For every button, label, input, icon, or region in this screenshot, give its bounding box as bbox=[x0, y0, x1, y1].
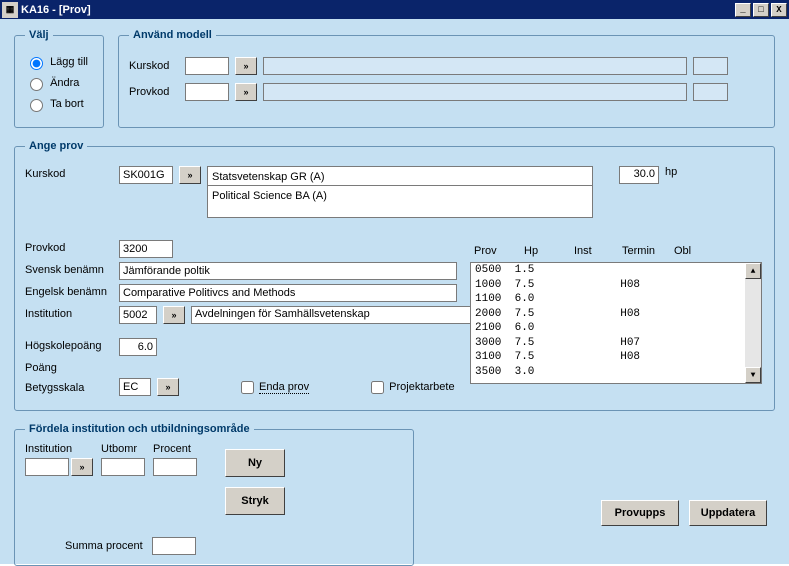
th-inst: Inst bbox=[574, 245, 622, 257]
checkbox-projektarbete-label: Projektarbete bbox=[389, 381, 454, 393]
modell-provkod-label: Provkod bbox=[129, 86, 179, 98]
table-row[interactable]: 3500 3.0 bbox=[471, 365, 745, 380]
radio-andra-input[interactable] bbox=[30, 78, 43, 91]
app-icon: ▦ bbox=[2, 2, 18, 18]
table-row[interactable]: 1100 6.0 bbox=[471, 292, 745, 307]
modell-legend: Använd modell bbox=[129, 29, 216, 41]
th-obl: Obl bbox=[674, 245, 691, 257]
ange-hsp-input[interactable] bbox=[119, 338, 157, 356]
modell-provkod-display bbox=[263, 83, 687, 101]
prov-table-header: Prov Hp Inst Termin Obl bbox=[474, 245, 744, 257]
modell-kurskod-label: Kurskod bbox=[129, 60, 179, 72]
ange-kurskod-label: Kurskod bbox=[25, 166, 113, 180]
ange-engelsk-input[interactable] bbox=[119, 284, 457, 302]
ange-inst-label: Institution bbox=[25, 306, 113, 320]
ange-kursnamn-sv: Statsvetenskap GR (A) bbox=[207, 166, 593, 186]
modell-kurskod-hp bbox=[693, 57, 728, 75]
radio-ta-bort-label: Ta bort bbox=[50, 98, 84, 110]
checkbox-enda-prov-input[interactable] bbox=[241, 381, 254, 394]
uppdatera-button[interactable]: Uppdatera bbox=[689, 500, 767, 526]
ford-col-utb: Utbomr bbox=[101, 443, 145, 455]
window-title: KA16 - [Prov] bbox=[21, 4, 735, 16]
ange-svensk-input[interactable] bbox=[119, 262, 457, 280]
minimize-button[interactable]: _ bbox=[735, 3, 751, 17]
fieldset-modell: Använd modell Kurskod » Provkod » bbox=[118, 29, 775, 128]
maximize-button[interactable]: □ bbox=[753, 3, 769, 17]
radio-ta-bort[interactable]: Ta bort bbox=[25, 96, 93, 112]
modell-provkod-input[interactable] bbox=[185, 83, 229, 101]
table-row[interactable]: 2000 7.5 H08 bbox=[471, 307, 745, 322]
modell-kurskod-input[interactable] bbox=[185, 57, 229, 75]
ange-bskala-label: Betygsskala bbox=[25, 380, 113, 394]
ange-provkod-label: Provkod bbox=[25, 240, 113, 254]
ange-kursnamn-en: Political Science BA (A) bbox=[207, 186, 593, 218]
table-row[interactable]: 2100 6.0 bbox=[471, 321, 745, 336]
radio-lagg-till-label: Lägg till bbox=[50, 56, 88, 68]
th-termin: Termin bbox=[622, 245, 674, 257]
table-row[interactable]: 1000 7.5 H08 bbox=[471, 278, 745, 293]
modell-kurskod-unit bbox=[734, 57, 764, 75]
valj-legend: Välj bbox=[25, 29, 53, 41]
table-row[interactable]: 3100 7.5 H08 bbox=[471, 350, 745, 365]
checkbox-projektarbete-input[interactable] bbox=[371, 381, 384, 394]
modell-provkod-unit bbox=[734, 83, 764, 101]
table-row[interactable]: 3000 7.5 H07 bbox=[471, 336, 745, 351]
fieldset-valj: Välj Lägg till Ändra Ta bort bbox=[14, 29, 104, 128]
radio-lagg-till[interactable]: Lägg till bbox=[25, 54, 93, 70]
ange-engelsk-label: Engelsk benämn bbox=[25, 284, 113, 298]
th-prov: Prov bbox=[474, 245, 524, 257]
ford-col-proc: Procent bbox=[153, 443, 197, 455]
ange-legend: Ange prov bbox=[25, 140, 87, 152]
ford-proc-input[interactable] bbox=[153, 458, 197, 476]
ange-kurskod-lookup-button[interactable]: » bbox=[179, 166, 201, 184]
checkbox-projektarbete[interactable]: Projektarbete bbox=[371, 381, 454, 394]
radio-ta-bort-input[interactable] bbox=[30, 99, 43, 112]
ange-hp-unit: hp bbox=[665, 166, 677, 178]
ange-hp-value: 30.0 bbox=[619, 166, 659, 184]
ange-kurskod-input[interactable] bbox=[119, 166, 173, 184]
scroll-down-button[interactable]: ▼ bbox=[745, 367, 761, 383]
ange-inst-code-input[interactable] bbox=[119, 306, 157, 324]
radio-andra[interactable]: Ändra bbox=[25, 75, 93, 91]
ange-poang-label: Poäng bbox=[25, 360, 113, 374]
ange-inst-lookup-button[interactable]: » bbox=[163, 306, 185, 324]
modell-provkod-hp bbox=[693, 83, 728, 101]
ford-utb-input[interactable] bbox=[101, 458, 145, 476]
ford-inst-input[interactable] bbox=[25, 458, 69, 476]
modell-kurskod-display bbox=[263, 57, 687, 75]
ange-svensk-label: Svensk benämn bbox=[25, 262, 113, 276]
prov-table[interactable]: 0500 1.5 1000 7.5 H081100 6.0 2000 7.5 H… bbox=[470, 262, 762, 384]
checkbox-enda-prov-label: Enda prov bbox=[259, 381, 309, 394]
ford-col-inst: Institution bbox=[25, 443, 93, 455]
ange-bskala-input[interactable] bbox=[119, 378, 151, 396]
fordela-legend: Fördela institution och utbildningsområd… bbox=[25, 423, 254, 435]
scroll-track[interactable] bbox=[745, 279, 761, 367]
prov-table-scrollbar[interactable]: ▲ ▼ bbox=[745, 263, 761, 383]
summa-procent-input[interactable] bbox=[152, 537, 196, 555]
provupps-button[interactable]: Provupps bbox=[601, 500, 679, 526]
close-button[interactable]: X bbox=[771, 3, 787, 17]
checkbox-enda-prov[interactable]: Enda prov bbox=[241, 381, 309, 394]
fieldset-ange-prov: Ange prov Kurskod » Statsvetenskap GR (A… bbox=[14, 140, 775, 411]
title-bar: ▦ KA16 - [Prov] _ □ X bbox=[0, 0, 789, 19]
fieldset-fordela: Fördela institution och utbildningsområd… bbox=[14, 423, 414, 566]
th-hp: Hp bbox=[524, 245, 574, 257]
ange-bskala-lookup-button[interactable]: » bbox=[157, 378, 179, 396]
radio-andra-label: Ändra bbox=[50, 77, 79, 89]
radio-lagg-till-input[interactable] bbox=[30, 57, 43, 70]
modell-provkod-lookup-button[interactable]: » bbox=[235, 83, 257, 101]
ford-inst-lookup-button[interactable]: » bbox=[71, 458, 93, 476]
client-area: Välj Lägg till Ändra Ta bort Använd mode… bbox=[0, 19, 789, 564]
ny-button[interactable]: Ny bbox=[225, 449, 285, 477]
ange-provkod-input[interactable] bbox=[119, 240, 173, 258]
table-row[interactable]: 0500 1.5 bbox=[471, 263, 745, 278]
ange-hsp-label: Högskolepoäng bbox=[25, 338, 113, 352]
scroll-up-button[interactable]: ▲ bbox=[745, 263, 761, 279]
modell-kurskod-lookup-button[interactable]: » bbox=[235, 57, 257, 75]
stryk-button[interactable]: Stryk bbox=[225, 487, 285, 515]
summa-procent-label: Summa procent bbox=[65, 540, 143, 552]
